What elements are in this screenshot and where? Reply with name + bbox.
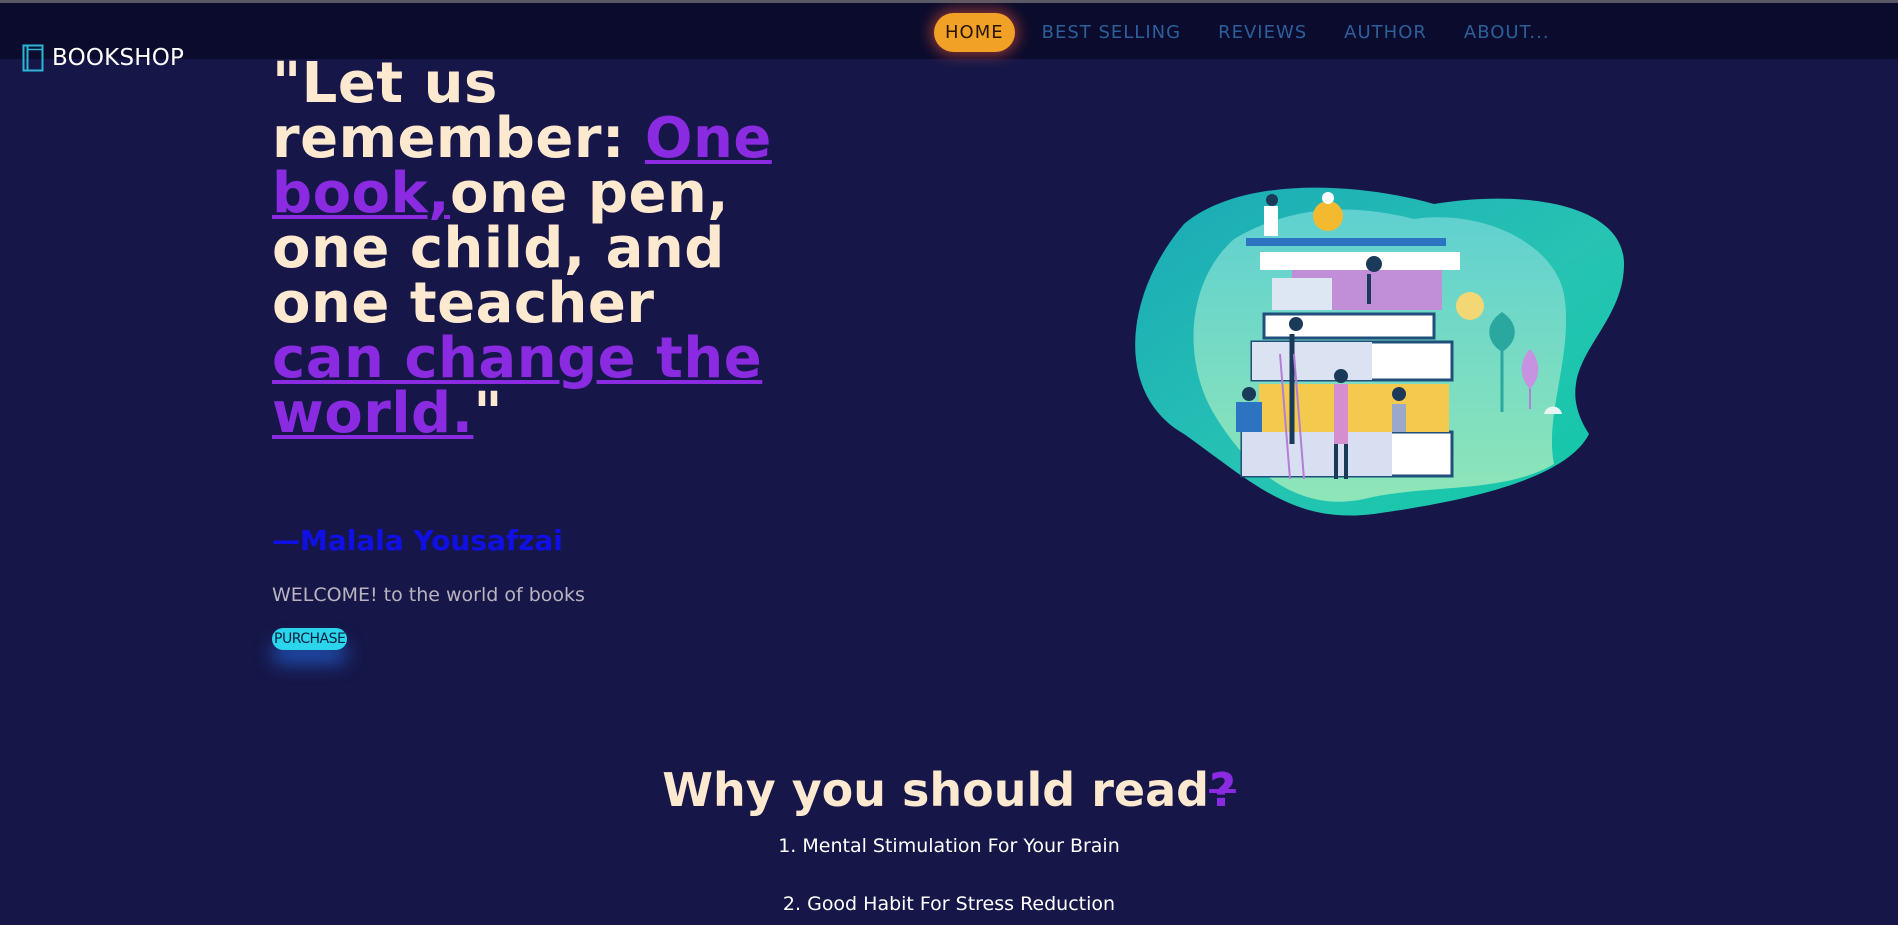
- people-on-book-stack-illustration: [1135, 187, 1624, 516]
- section-title-mark: ?: [1209, 763, 1236, 817]
- quote-text-end: ": [473, 381, 504, 446]
- brand-logo[interactable]: BOOKSHOP: [22, 44, 184, 72]
- hero-quote: "Let us remember: One book,one pen, one …: [272, 56, 772, 442]
- nav-best-selling[interactable]: BEST SELLING: [1042, 22, 1181, 43]
- book-icon: [22, 44, 44, 72]
- main-nav: HOME BEST SELLING REVIEWS AUTHOR ABOUT..…: [934, 12, 1587, 52]
- nav-reviews[interactable]: REVIEWS: [1218, 22, 1307, 43]
- quote-text-start: "Let us remember:: [272, 51, 645, 171]
- nav-author[interactable]: AUTHOR: [1344, 22, 1427, 43]
- reason-item: 1. Mental Stimulation For Your Brain: [778, 835, 1120, 857]
- purchase-button[interactable]: PURCHASE: [272, 628, 348, 650]
- brand-name: BOOKSHOP: [52, 45, 185, 71]
- section-title-text: Why you should read: [662, 763, 1210, 817]
- quote-highlight-change-world: can change the world.: [272, 326, 763, 446]
- welcome-text: WELCOME! to the world of books: [272, 584, 585, 606]
- section-title: Why you should read?: [0, 763, 1898, 817]
- nav-about[interactable]: ABOUT...: [1464, 22, 1550, 43]
- nav-home[interactable]: HOME: [934, 12, 1015, 52]
- quote-author: —Malala Yousafzai: [272, 524, 563, 557]
- reason-item: 2. Good Habit For Stress Reduction: [782, 893, 1116, 915]
